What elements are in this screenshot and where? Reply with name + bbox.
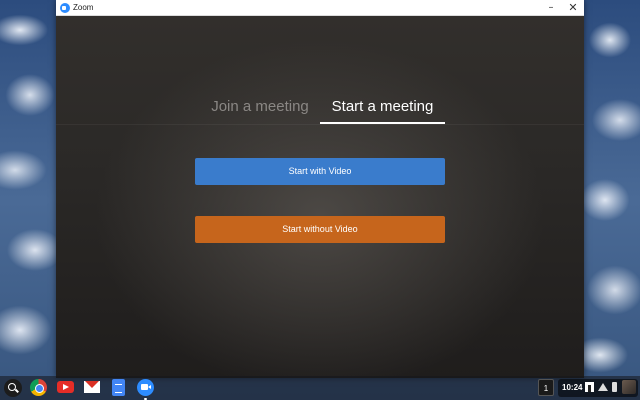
zoom-icon[interactable] xyxy=(137,379,154,396)
clock[interactable]: 10:24 xyxy=(562,381,582,395)
youtube-icon[interactable] xyxy=(57,381,74,393)
search-launcher-icon[interactable] xyxy=(4,379,22,397)
tab-start-meeting[interactable]: Start a meeting xyxy=(320,96,445,118)
user-avatar[interactable] xyxy=(622,380,636,394)
start-with-video-button[interactable]: Start with Video xyxy=(195,158,445,185)
gmail-icon[interactable] xyxy=(84,381,100,393)
zoom-window: Zoom – ✕ Join a meeting Start a meeting … xyxy=(56,0,584,378)
wifi-icon xyxy=(598,383,608,391)
close-button[interactable]: ✕ xyxy=(562,0,584,16)
docs-icon[interactable] xyxy=(112,379,125,396)
tab-join-meeting[interactable]: Join a meeting xyxy=(200,96,320,118)
desk-switcher[interactable]: 1 xyxy=(538,379,554,396)
minimize-button[interactable]: – xyxy=(540,0,562,16)
notification-icon[interactable] xyxy=(585,382,594,392)
battery-icon xyxy=(612,382,617,392)
zoom-app-icon xyxy=(60,3,70,13)
active-tab-indicator xyxy=(320,122,445,124)
chrome-icon[interactable] xyxy=(30,379,47,396)
start-without-video-button[interactable]: Start without Video xyxy=(195,216,445,243)
title-bar: Zoom – ✕ xyxy=(56,0,584,16)
window-title: Zoom xyxy=(73,3,94,12)
meeting-panel: Join a meeting Start a meeting Start wit… xyxy=(56,16,584,378)
tab-divider xyxy=(56,124,584,125)
